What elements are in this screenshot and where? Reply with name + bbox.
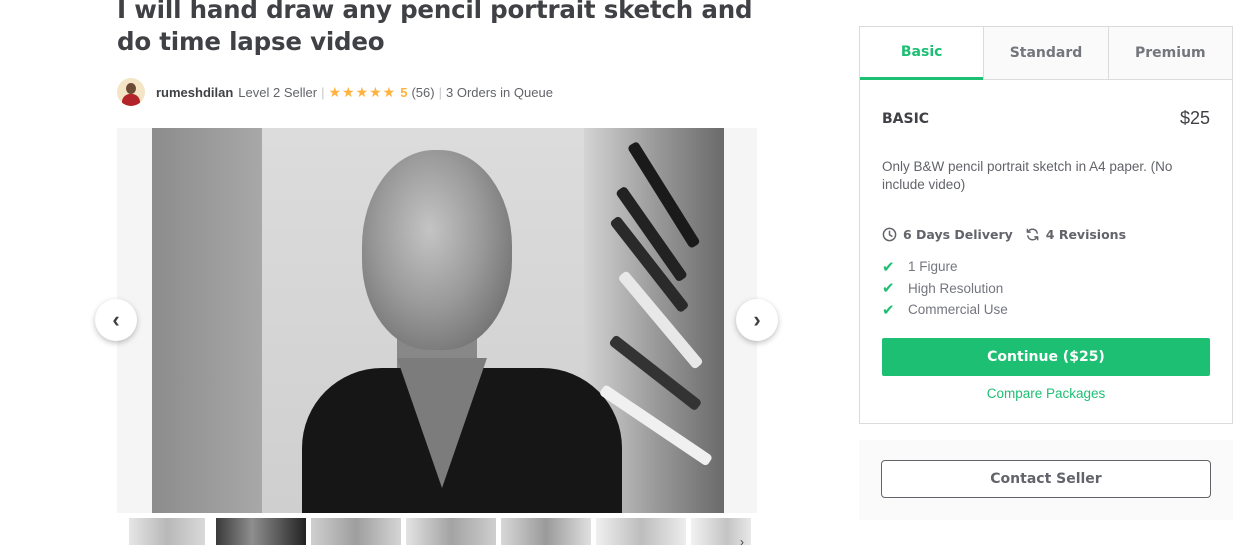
seller-level: Level 2 Seller: [238, 84, 318, 100]
gallery-next-button[interactable]: ›: [736, 299, 778, 341]
continue-button[interactable]: Continue ($25): [882, 338, 1210, 376]
contact-seller-button[interactable]: Contact Seller: [881, 460, 1211, 498]
refresh-icon: [1026, 228, 1039, 241]
seller-avatar[interactable]: [117, 78, 145, 106]
gallery-thumbnail[interactable]: [129, 518, 205, 545]
package-description: Only B&W pencil portrait sketch in A4 pa…: [882, 159, 1173, 192]
clock-icon: [882, 227, 897, 242]
gallery-main-image[interactable]: [152, 128, 724, 513]
gallery-thumbnail[interactable]: [406, 518, 496, 545]
feature-label: Commercial Use: [908, 302, 1008, 318]
tab-basic[interactable]: Basic: [860, 27, 984, 80]
tab-premium[interactable]: Premium: [1107, 27, 1232, 79]
check-icon: ✔: [882, 301, 895, 319]
revisions-count: 4 Revisions: [1045, 227, 1127, 242]
tab-standard[interactable]: Standard: [983, 27, 1108, 79]
package-meta: 6 Days Delivery 4 Revisions: [882, 227, 1138, 242]
gig-title: I will hand draw any pencil portrait ske…: [117, 0, 753, 56]
delivery-days: 6 Days Delivery: [903, 227, 1013, 242]
list-item: ✔ High Resolution: [882, 278, 1008, 300]
thumbnails-next-icon[interactable]: ›: [740, 535, 744, 545]
delivery-info: 6 Days Delivery: [882, 227, 1013, 242]
package-header: BASIC $25: [882, 108, 1210, 129]
separator: |: [438, 84, 442, 100]
package-tabs: Basic Standard Premium: [860, 27, 1232, 80]
feature-label: High Resolution: [908, 280, 1004, 296]
gig-gallery: [117, 128, 757, 513]
feature-label: 1 Figure: [908, 259, 958, 275]
review-count[interactable]: (56): [411, 85, 434, 100]
seller-overview: rumeshdilan Level 2 Seller | ★★★★★ 5 (56…: [117, 78, 553, 106]
gallery-thumbnails: [129, 518, 757, 545]
package-features: ✔ 1 Figure ✔ High Resolution ✔ Commercia…: [882, 256, 1008, 321]
seller-name[interactable]: rumeshdilan: [156, 85, 233, 100]
package-name: BASIC: [882, 110, 930, 127]
package-card: Basic Standard Premium BASIC $25 Only B&…: [859, 26, 1233, 424]
gallery-thumbnail[interactable]: [216, 518, 306, 545]
revisions-info: 4 Revisions: [1025, 227, 1126, 242]
list-item: ✔ Commercial Use: [882, 299, 1008, 321]
compare-packages-link[interactable]: Compare Packages: [860, 386, 1232, 401]
list-item: ✔ 1 Figure: [882, 256, 1008, 278]
rating-score: 5: [400, 84, 408, 100]
check-icon: ✔: [882, 280, 895, 298]
gallery-thumbnail[interactable]: [311, 518, 401, 545]
rating-stars-icon: ★★★★★: [328, 83, 397, 100]
check-icon: ✔: [882, 258, 895, 276]
orders-in-queue: 3 Orders in Queue: [445, 84, 553, 100]
gallery-thumbnail[interactable]: [596, 518, 686, 545]
gallery-prev-button[interactable]: ‹: [95, 299, 137, 341]
contact-seller-section: Contact Seller: [859, 440, 1233, 520]
package-price: $25: [1179, 108, 1210, 128]
separator: |: [321, 84, 325, 100]
gallery-thumbnail[interactable]: [501, 518, 591, 545]
